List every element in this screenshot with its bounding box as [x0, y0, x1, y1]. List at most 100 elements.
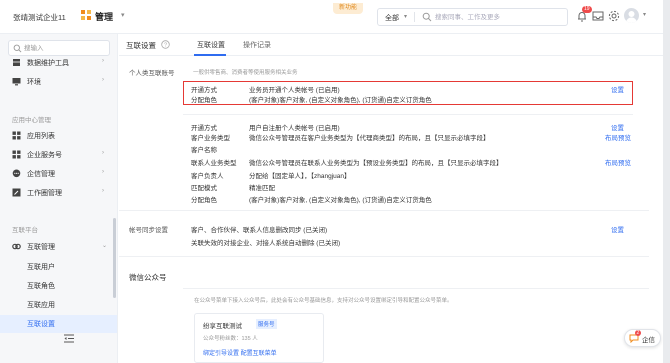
field-key: 客户业务类型: [191, 135, 230, 142]
messenger-label: 企信: [642, 337, 655, 344]
account-type-badge: 服务号: [256, 319, 277, 329]
search-scope-select[interactable]: 全部: [385, 13, 399, 23]
help-icon[interactable]: ?: [161, 40, 170, 49]
inbox-icon[interactable]: [591, 9, 605, 23]
sidebar-item-label: 互联用户: [27, 264, 55, 271]
sidebar-item-messaging[interactable]: 企信管理 ›: [0, 165, 117, 183]
app-title[interactable]: 管理: [95, 10, 113, 23]
field-key: 开通方式: [191, 87, 217, 94]
search-icon: [422, 12, 432, 22]
new-feature-badge[interactable]: 新功能: [333, 3, 363, 14]
avatar[interactable]: [624, 8, 639, 23]
section-label-wechat: 微信公众号: [129, 273, 167, 282]
link-icon: [12, 243, 21, 250]
settings-link[interactable]: 设置: [611, 84, 624, 94]
section-label-account-sync: 帐号同步设置: [129, 227, 168, 234]
layout-preview-link[interactable]: 布局预览: [605, 157, 631, 167]
chevron-right-icon: ›: [102, 188, 104, 194]
company-name[interactable]: 张靖测试企业11: [13, 12, 66, 23]
wechat-account-name: 纷享互联测试: [203, 323, 242, 330]
sidebar-item-work-circle[interactable]: 工作圈管理 ›: [0, 184, 117, 202]
section-description: 一般供零售商、消费者等使用服务相关业务: [193, 70, 298, 76]
grid-icon: [12, 131, 21, 140]
chevron-down-icon: ⌄: [102, 243, 108, 249]
sidebar-item-interconnect-roles[interactable]: 互联角色: [0, 277, 117, 295]
sidebar-item-label: 环境: [27, 79, 41, 86]
sidebar-item-interconnect-settings[interactable]: 互联设置: [0, 315, 117, 333]
divider: [183, 114, 633, 115]
follower-count: 公众号粉丝数：135 人: [203, 336, 258, 342]
page-header: 互联设置 ? 互联设置 操作记录: [119, 34, 663, 56]
divider: [183, 288, 649, 289]
messenger-float-button[interactable]: 2 企信: [624, 329, 661, 347]
field-key: 客户负责人: [191, 173, 224, 180]
chevron-right-icon: ›: [102, 169, 104, 175]
chevron-right-icon: ›: [102, 58, 104, 64]
global-search: 全部 ▾: [377, 8, 568, 26]
search-input[interactable]: [435, 11, 563, 23]
sidebar-search-input[interactable]: [24, 43, 108, 54]
sidebar-item-label: 企信管理: [27, 171, 55, 178]
settings-link[interactable]: 设置: [611, 224, 624, 234]
gear-icon[interactable]: [607, 9, 621, 23]
tab-operation-log[interactable]: 操作记录: [243, 40, 271, 50]
chat-icon: [12, 169, 21, 178]
divider: [119, 256, 649, 257]
app-logo-icon: [81, 10, 91, 20]
sidebar-item-label: 互联应用: [27, 302, 55, 309]
wechat-account-card[interactable]: 纷享互联测试 服务号 公众号粉丝数：135 人 绑定引导设置 配置互联菜单: [194, 313, 324, 363]
edit-icon: [12, 188, 21, 197]
top-bar: 张靖测试企业11 管理 ▾ 新功能 全部 ▾ 19 ▾: [0, 0, 663, 34]
chevron-right-icon: ›: [102, 150, 104, 156]
field-value: 业务员开通个人类帐号 (已启用): [249, 87, 340, 94]
field-key: 开通方式: [191, 125, 217, 132]
sidebar-item-app-list[interactable]: 应用列表: [0, 127, 117, 145]
field-value: 微信公众号管理员在联系人业务类型为【预设业务类型】的布局，且【只显示必填字段】: [249, 160, 503, 167]
sidebar-item-environment[interactable]: 环境 ›: [0, 73, 117, 91]
field-value: 关联失效的对接企业、对接人系统自动删除 (已关闭): [191, 240, 341, 247]
monitor-icon: [12, 78, 21, 86]
chevron-down-icon[interactable]: ▾: [404, 13, 407, 20]
sidebar-item-interconnect-apps[interactable]: 互联应用: [0, 296, 117, 314]
field-value: 客户、合作伙伴、联系人信息删改同步 (已关闭): [191, 227, 328, 234]
tab-interconnect-settings[interactable]: 互联设置: [197, 40, 225, 50]
field-value: (客户对象)客户对象, (自定义对象角色), (订货通)自定义订货角色: [249, 197, 432, 204]
sidebar-item-label: 工作圈管理: [27, 190, 62, 197]
sidebar-item-service-account[interactable]: 企业服务号 ›: [0, 146, 117, 164]
sidebar-item-interconnect[interactable]: 互联管理 ⌄: [0, 238, 117, 256]
chevron-down-icon[interactable]: ▾: [121, 11, 125, 19]
sidebar-group-title: 互联平台: [12, 227, 38, 234]
database-icon: [13, 59, 20, 66]
field-key: 分配角色: [191, 197, 217, 204]
sidebar-item-label: 互联管理: [27, 244, 55, 251]
sidebar-item-label: 应用列表: [27, 133, 55, 140]
field-key: 匹配模式: [191, 185, 217, 192]
window-edge: [663, 0, 670, 363]
page-title: 互联设置: [126, 41, 156, 50]
sidebar-item-label: 互联设置: [27, 321, 55, 328]
field-key: 分配角色: [191, 97, 217, 104]
sidebar-item-data-tools[interactable]: 数据维护工具 ›: [0, 54, 117, 72]
active-tab-indicator: [194, 54, 226, 56]
field-value: 用户自注册个人类帐号 (已启用): [249, 125, 340, 132]
field-value: 精准匹配: [249, 185, 275, 192]
sidebar-scrollbar[interactable]: [113, 218, 116, 298]
sidebar-item-label: 互联角色: [27, 283, 55, 290]
settings-link[interactable]: 设置: [611, 122, 624, 132]
svg-text:?: ?: [164, 42, 167, 48]
wechat-card-links[interactable]: 绑定引导设置 配置互联菜单: [203, 348, 277, 357]
divider: [414, 12, 415, 22]
field-value: 分配给【固定单人】，【zhangjuan】: [249, 173, 351, 180]
collapse-sidebar-icon[interactable]: [64, 334, 74, 343]
unread-badge: 2: [635, 330, 641, 336]
divider: [119, 210, 649, 211]
field-value: (客户对象)客户对象, (自定义对象角色), (订货通)自定义订货角色: [249, 97, 432, 104]
field-value: 微信公众号管理员在客户业务类型为【代理商类型】的布局，且【只显示必填字段】: [249, 135, 490, 142]
chevron-down-icon[interactable]: ▾: [643, 11, 646, 18]
layout-preview-link[interactable]: 布局预览: [605, 132, 631, 142]
field-key: 客户名称: [191, 147, 217, 154]
section-description: 在公众号菜单下接入公众号后，此处会有公众号基础信息，支持对公众号设置绑定引导和配…: [194, 298, 453, 304]
sidebar-item-interconnect-users[interactable]: 互联用户: [0, 258, 117, 276]
grid-icon: [12, 150, 21, 159]
section-label-personal-account: 个人类互联账号: [129, 70, 175, 77]
